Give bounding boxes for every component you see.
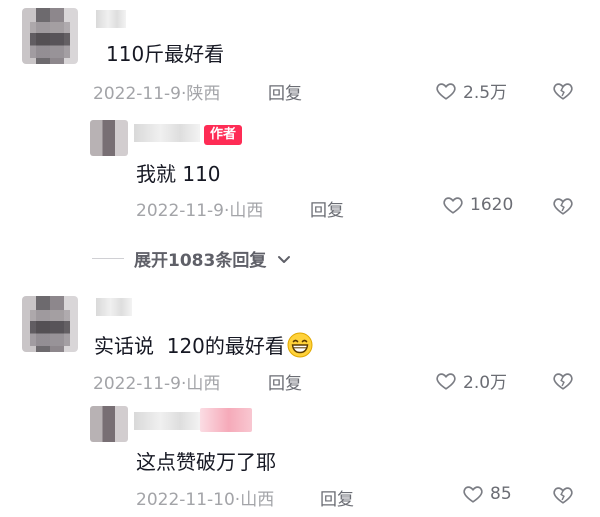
comment-text-content: 实话说 120的最好看 <box>94 334 285 358</box>
author-name-blurred[interactable] <box>134 124 200 142</box>
like-count: 2.0万 <box>463 373 508 393</box>
reply-date: 2022-11-10 <box>136 490 235 510</box>
commenter-avatar[interactable] <box>22 8 78 64</box>
reply-text: 我就 110 <box>136 162 221 186</box>
comment-meta: 2022-11-9·陕西 <box>93 79 220 104</box>
comment-location: 陕西 <box>186 84 221 104</box>
author-avatar[interactable] <box>90 120 128 156</box>
reply-button[interactable]: 回复 <box>268 79 302 104</box>
like-count: 1620 <box>470 195 514 215</box>
comment-location: 山西 <box>186 374 221 394</box>
like-button[interactable]: 2.5万 <box>435 78 507 103</box>
broken-heart-icon[interactable] <box>552 484 574 506</box>
reply-meta: 2022-11-10·山西 <box>136 485 274 510</box>
reply-meta: 2022-11-9·山西 <box>136 196 263 221</box>
like-button[interactable]: 2.0万 <box>435 368 507 393</box>
broken-heart-icon[interactable] <box>552 80 574 102</box>
comment-date: 2022-11-9 <box>93 374 181 394</box>
replier-badge-blurred <box>200 408 252 432</box>
heart-outline-icon <box>463 486 483 503</box>
grinning-face-emoji <box>287 332 313 358</box>
author-badge: 作者 <box>204 125 243 145</box>
comment-meta: 2022-11-9·山西 <box>93 369 220 394</box>
reply-date: 2022-11-9 <box>136 201 224 221</box>
like-button[interactable]: 85 <box>462 483 512 505</box>
expand-divider <box>92 258 124 259</box>
comment-text: 实话说 120的最好看 <box>94 330 313 359</box>
expand-replies-label: 展开1083条回复 <box>134 251 267 271</box>
reply-location: 山西 <box>229 201 264 221</box>
like-count: 2.5万 <box>463 83 508 103</box>
heart-outline-icon <box>436 372 456 390</box>
broken-heart-icon[interactable] <box>552 370 574 392</box>
reply-button[interactable]: 回复 <box>310 196 344 221</box>
commenter-name-blurred[interactable] <box>96 298 132 316</box>
heart-outline-icon <box>443 197 463 214</box>
broken-heart-icon[interactable] <box>552 195 574 217</box>
commenter-avatar[interactable] <box>22 296 78 352</box>
commenter-name-blurred[interactable] <box>96 10 126 28</box>
reply-text: 这点赞破万了耶 <box>136 450 276 474</box>
comment-date: 2022-11-9 <box>93 84 181 104</box>
comment-text: 110斤最好看 <box>106 42 225 66</box>
chevron-down-icon <box>278 255 291 263</box>
replier-avatar[interactable] <box>90 406 128 442</box>
heart-outline-icon <box>436 82 456 100</box>
reply-button[interactable]: 回复 <box>320 485 354 510</box>
reply-button[interactable]: 回复 <box>268 369 302 394</box>
expand-replies-button[interactable]: 展开1083条回复 <box>92 246 292 271</box>
reply-location: 山西 <box>240 490 275 510</box>
like-button[interactable]: 1620 <box>442 194 513 216</box>
replier-name-blurred[interactable] <box>134 412 200 430</box>
like-count: 85 <box>490 484 512 504</box>
